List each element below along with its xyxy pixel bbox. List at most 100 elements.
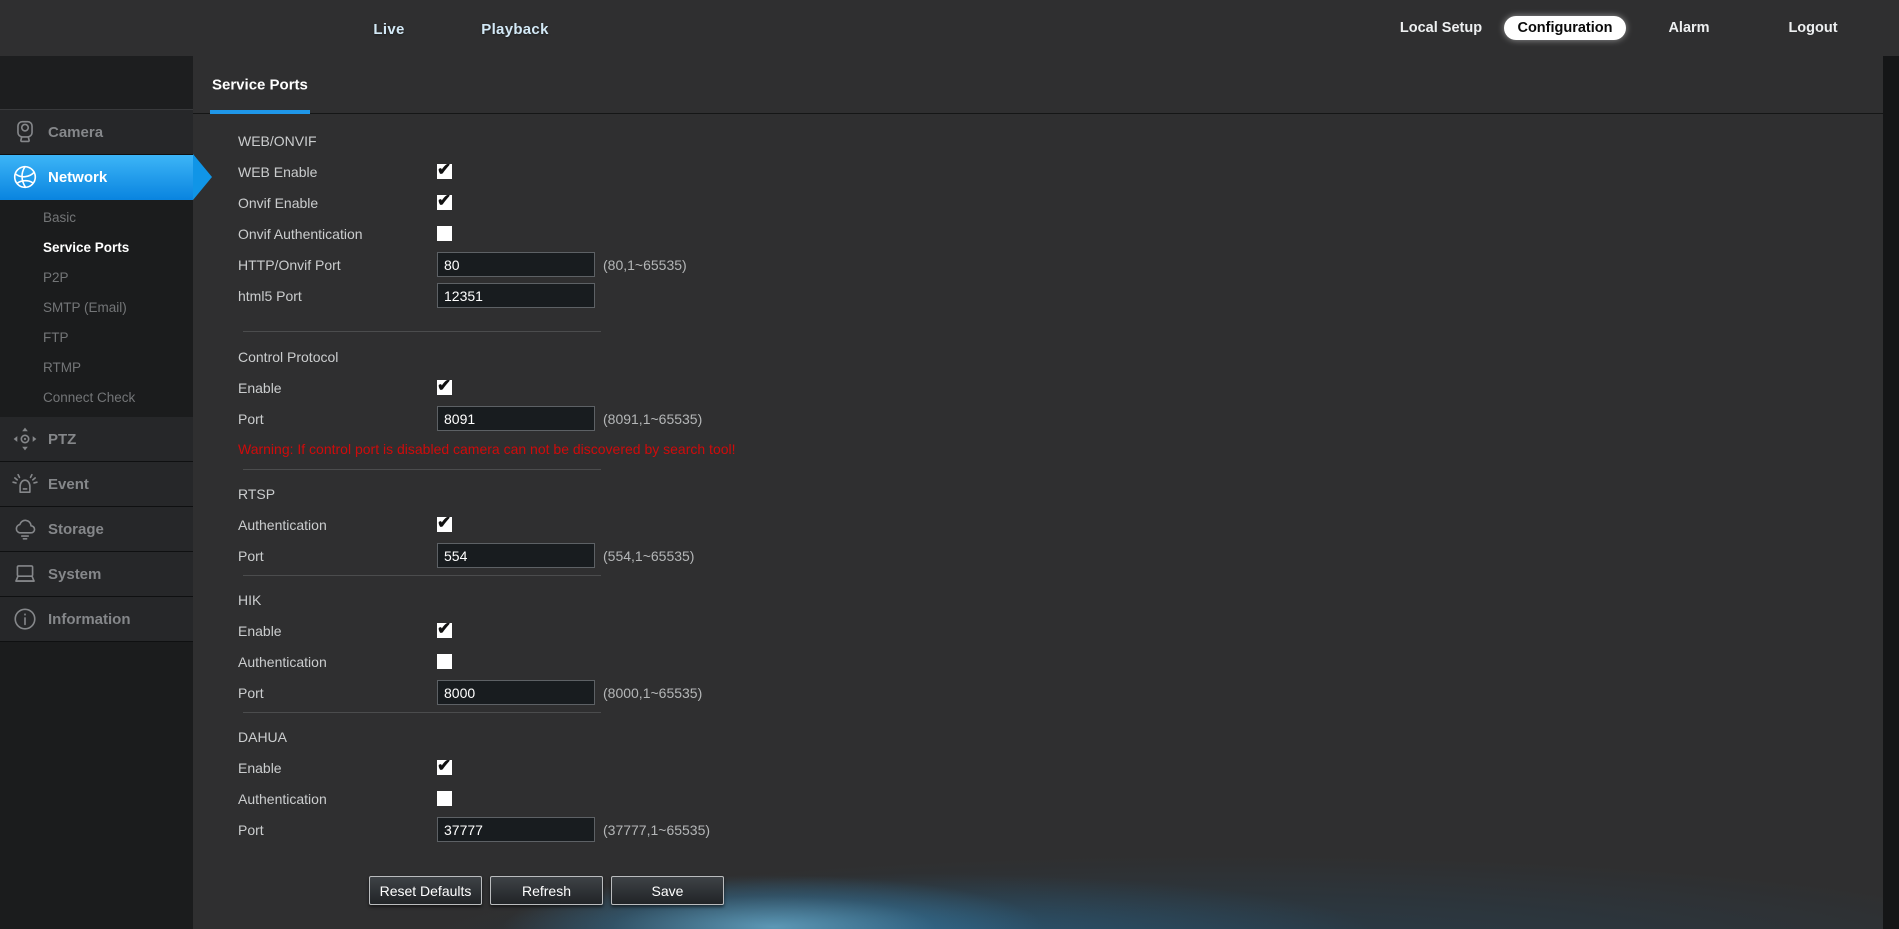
topbar-item-local-setup[interactable]: Local Setup (1379, 20, 1503, 36)
sidebar-subitem-connect-check[interactable]: Connect Check (0, 383, 193, 413)
save-button[interactable]: Save (611, 876, 724, 905)
control-protocol-port-input[interactable] (437, 406, 595, 431)
rtsp-authentication-checkbox[interactable] (437, 517, 452, 532)
topbar-item-alarm[interactable]: Alarm (1627, 20, 1751, 36)
section-title-dahua: DAHUA (238, 722, 1899, 752)
section-divider (243, 575, 601, 576)
form-row: Onvif Enable (238, 187, 1899, 218)
storage-icon (12, 516, 38, 542)
field-label-http-onvif-port: HTTP/Onvif Port (238, 257, 437, 273)
event-icon (12, 471, 38, 497)
form-row: Onvif Authentication (238, 218, 1899, 249)
control-port-warning: Warning: If control port is disabled cam… (238, 434, 1899, 465)
section-divider (243, 469, 601, 470)
reset-defaults-button[interactable]: Reset Defaults (369, 876, 482, 905)
main-content: Service Ports WEB/ONVIF WEB Enable Onvif E… (193, 56, 1899, 929)
sidebar-subitem-p2p[interactable]: P2P (0, 263, 193, 293)
field-label-authentication: Authentication (238, 791, 437, 807)
tab-service-ports[interactable]: Service Ports (212, 76, 308, 93)
sidebar-subitem-service-ports[interactable]: Service Ports (0, 233, 193, 263)
field-label-enable: Enable (238, 760, 437, 776)
section-title-control-protocol: Control Protocol (238, 342, 1899, 372)
sidebar-item-label: Network (48, 169, 107, 186)
tab-strip: Service Ports (193, 56, 1899, 114)
sidebar-spacer (0, 56, 193, 110)
rtsp-port-input[interactable] (437, 543, 595, 568)
dahua-port-input[interactable] (437, 817, 595, 842)
sidebar: Camera Network BasicService PortsP2PSMTP (… (0, 56, 193, 929)
network-submenu: BasicService PortsP2PSMTP (Email)FTPRTMP… (0, 200, 193, 417)
sidebar-item-label: System (48, 566, 101, 583)
section-title-rtsp: RTSP (238, 479, 1899, 509)
sidebar-subitem-basic[interactable]: Basic (0, 203, 193, 233)
system-icon (12, 561, 38, 587)
form-row: HTTP/Onvif Port(80,1~65535) (238, 249, 1899, 280)
sidebar-item-storage[interactable]: Storage (0, 507, 193, 552)
service-ports-form: WEB/ONVIF WEB Enable Onvif Enable Onvif Aut… (193, 114, 1899, 905)
form-row: Port(8091,1~65535) (238, 403, 1899, 434)
sidebar-item-ptz[interactable]: PTZ (0, 417, 193, 462)
sidebar-item-label: Information (48, 611, 131, 628)
port-range-hint: (554,1~65535) (603, 548, 694, 564)
form-row: WEB Enable (238, 156, 1899, 187)
sidebar-item-event[interactable]: Event (0, 462, 193, 507)
port-range-hint: (37777,1~65535) (603, 822, 710, 838)
form-row: Port (8000,1~65535) (238, 677, 1899, 708)
field-label-authentication: Authentication (238, 654, 437, 670)
active-mode-pill: Configuration (1504, 16, 1625, 40)
hik-authentication-checkbox[interactable] (437, 654, 452, 669)
web-onvif-onvif-authentication-checkbox[interactable] (437, 226, 452, 241)
sidebar-item-information[interactable]: Information (0, 597, 193, 642)
sidebar-item-camera[interactable]: Camera (0, 110, 193, 155)
sidebar-nav: Camera Network BasicService PortsP2PSMTP (… (0, 110, 193, 642)
web-onvif-http-onvif-port-input[interactable] (437, 252, 595, 277)
hik-enable-checkbox[interactable] (437, 623, 452, 638)
field-label-port: Port (238, 411, 437, 427)
field-label-enable: Enable (238, 380, 437, 396)
field-label-onvif-enable: Onvif Enable (238, 195, 437, 211)
control-protocol-enable-checkbox[interactable] (437, 380, 452, 395)
field-label-html5-port: html5 Port (238, 288, 437, 304)
form-row: Authentication (238, 646, 1899, 677)
form-row: Authentication (238, 509, 1899, 540)
web-onvif-onvif-enable-checkbox[interactable] (437, 195, 452, 210)
form-row: Enable (238, 752, 1899, 783)
refresh-button[interactable]: Refresh (490, 876, 603, 905)
field-label-onvif-authentication: Onvif Authentication (238, 226, 437, 242)
sidebar-subitem-smtp-email[interactable]: SMTP (Email) (0, 293, 193, 323)
form-row: Enable (238, 615, 1899, 646)
topbar-item-logout[interactable]: Logout (1751, 20, 1875, 36)
hik-port-input[interactable] (437, 680, 595, 705)
field-label-enable: Enable (238, 623, 437, 639)
sidebar-subitem-rtmp[interactable]: RTMP (0, 353, 193, 383)
scrollbar-track[interactable] (1883, 56, 1899, 929)
section-title-web-onvif: WEB/ONVIF (238, 126, 1899, 156)
topbar-right-menu: Local SetupConfigurationAlarmLogout (1379, 0, 1875, 56)
ptz-icon (12, 426, 38, 452)
topbar-tab-playback[interactable]: Playback (481, 0, 548, 56)
port-range-hint: (8000,1~65535) (603, 685, 702, 701)
sidebar-item-label: Event (48, 476, 89, 493)
topbar-tab-live[interactable]: Live (373, 0, 404, 56)
form-row: html5 Port (238, 280, 1899, 311)
sidebar-subitem-ftp[interactable]: FTP (0, 323, 193, 353)
web-onvif-html5-port-input[interactable] (437, 283, 595, 308)
section-title-hik: HIK (238, 585, 1899, 615)
web-onvif-web-enable-checkbox[interactable] (437, 164, 452, 179)
sidebar-item-network[interactable]: Network (0, 155, 193, 200)
form-row: Port (554,1~65535) (238, 540, 1899, 571)
sidebar-item-label: PTZ (48, 431, 76, 448)
sidebar-item-system[interactable]: System (0, 552, 193, 597)
dahua-enable-checkbox[interactable] (437, 760, 452, 775)
field-label-port: Port (238, 822, 437, 838)
form-row: Port (37777,1~65535) (238, 814, 1899, 845)
field-label-web-enable: WEB Enable (238, 164, 437, 180)
section-divider (243, 712, 601, 713)
field-label-authentication: Authentication (238, 517, 437, 533)
field-label-port: Port (238, 685, 437, 701)
field-label-port: Port (238, 548, 437, 564)
topbar-item-configuration[interactable]: Configuration (1503, 16, 1627, 40)
network-icon (12, 164, 38, 190)
section-divider (243, 331, 601, 332)
dahua-authentication-checkbox[interactable] (437, 791, 452, 806)
